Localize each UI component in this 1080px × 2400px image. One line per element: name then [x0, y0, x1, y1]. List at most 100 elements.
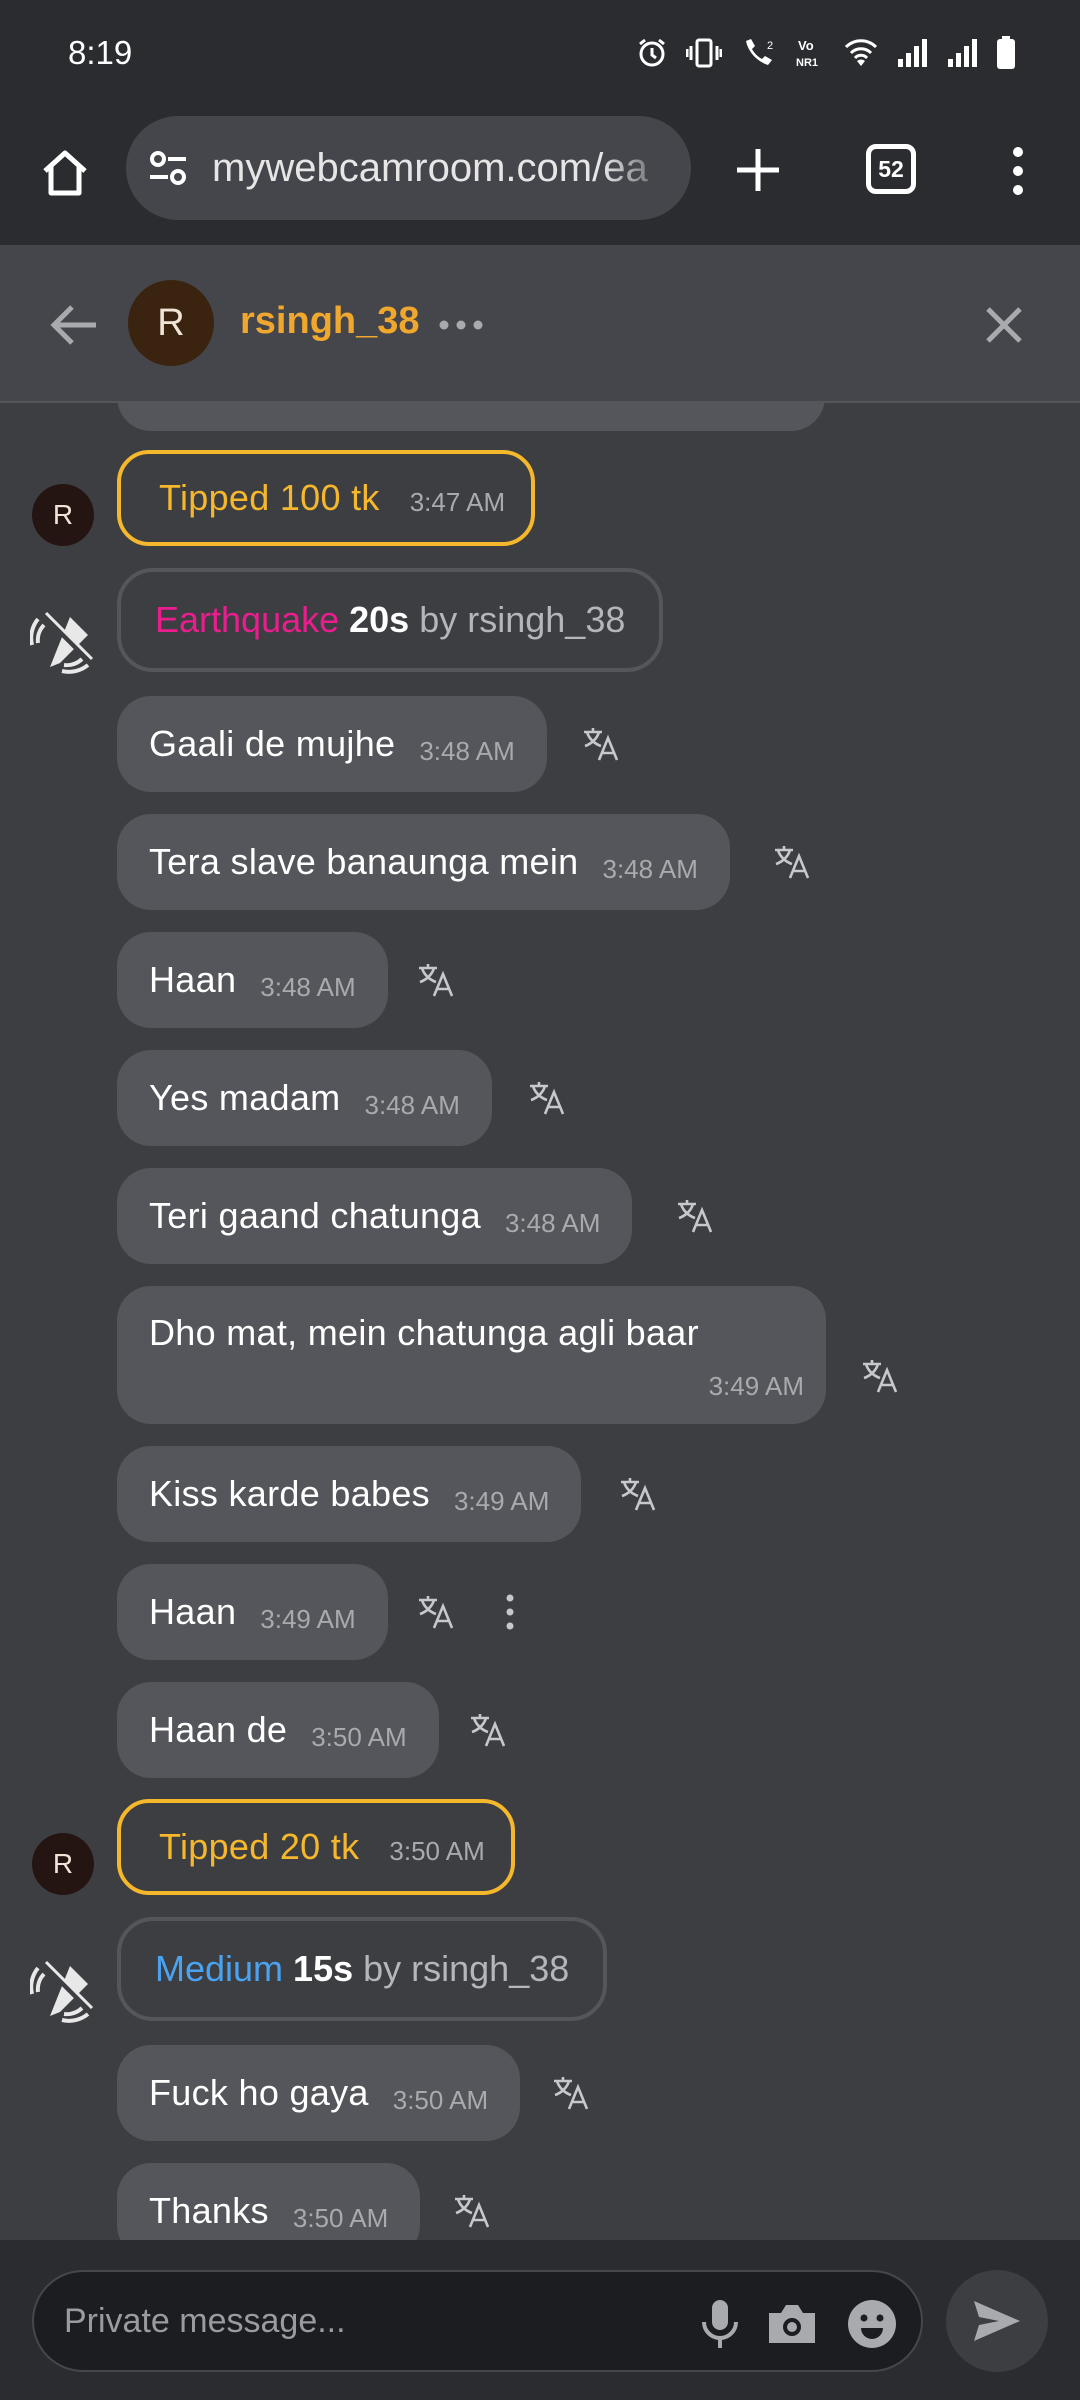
- translate-icon[interactable]: [416, 1592, 456, 1632]
- translate-icon[interactable]: [675, 1196, 715, 1236]
- camera-button[interactable]: [764, 2296, 820, 2352]
- message-bubble[interactable]: Dho mat, mein chatunga agli baar 3:49 AM: [117, 1286, 826, 1424]
- close-icon: [986, 307, 1022, 343]
- back-arrow-icon: [50, 305, 96, 345]
- effect-kind: Earthquake: [155, 599, 340, 640]
- battery-icon: [997, 36, 1015, 69]
- camera-icon: [769, 2305, 815, 2343]
- url-text[interactable]: mywebcamroom.com/ea: [212, 146, 672, 191]
- browser-menu-button[interactable]: [998, 136, 1038, 206]
- send-icon: [974, 2301, 1020, 2341]
- message-time: 3:50 AM: [311, 1721, 407, 1752]
- site-settings-icon[interactable]: [146, 146, 190, 190]
- message-text: Gaali de mujhe: [149, 723, 396, 764]
- translate-icon[interactable]: [860, 1356, 900, 1396]
- svg-text:NR1: NR1: [796, 57, 818, 69]
- message-bubble[interactable]: Haan de 3:50 AM: [117, 1682, 439, 1778]
- message-bubble[interactable]: Fuck ho gaya 3:50 AM: [117, 2045, 521, 2141]
- message-list[interactable]: R Tipped 100 tk 3:47 AM Earthquake 20s b…: [0, 403, 1080, 2240]
- tip-text: Tipped 100 tk: [159, 477, 380, 518]
- message-text: Haan: [149, 959, 237, 1000]
- back-button[interactable]: [44, 295, 104, 355]
- message-text: Kiss karde babes: [149, 1473, 430, 1514]
- message-time: 3:48 AM: [260, 971, 356, 1002]
- chat-username[interactable]: rsingh_38: [240, 300, 420, 343]
- translate-icon[interactable]: [416, 960, 456, 1000]
- message-time: 3:48 AM: [364, 1089, 460, 1120]
- translate-icon[interactable]: [527, 1078, 567, 1118]
- vibration-toy-icon: [30, 611, 94, 674]
- translate-icon[interactable]: [581, 724, 621, 764]
- message-time: 3:50 AM: [389, 1835, 485, 1866]
- sender-avatar[interactable]: R: [32, 1833, 94, 1895]
- message-text: Dho mat, mein chatunga agli baar: [149, 1312, 699, 1353]
- message-bubble[interactable]: Haan 3:49 AM: [117, 1564, 388, 1660]
- tip-text: Tipped 20 tk: [159, 1826, 360, 1867]
- message-bubble[interactable]: Yes madam 3:48 AM: [117, 1050, 492, 1146]
- microphone-icon: [702, 2300, 738, 2348]
- vibration-toy-icon: [30, 1960, 94, 2023]
- private-message-field[interactable]: [32, 2270, 923, 2372]
- sender-avatar[interactable]: R: [32, 484, 94, 546]
- private-message-input[interactable]: [64, 2301, 664, 2341]
- more-vert-icon: [1013, 147, 1023, 195]
- message-text: Haan: [149, 1591, 237, 1632]
- vibration-event: Medium 15s by rsingh_38: [117, 1917, 608, 2021]
- message-bubble[interactable]: Thanks 3:50 AM: [117, 2163, 421, 2240]
- home-icon: [43, 150, 87, 196]
- status-icons: 2 Vo NR1: [636, 36, 1016, 70]
- more-options-button[interactable]: [436, 305, 486, 345]
- message-bubble[interactable]: Kiss karde babes 3:49 AM: [117, 1446, 582, 1542]
- translate-icon[interactable]: [772, 842, 812, 882]
- status-bar: 8:19 2 Vo NR1: [0, 0, 1080, 110]
- message-time: 3:50 AM: [292, 2202, 389, 2233]
- message-time: 3:50 AM: [392, 2084, 489, 2115]
- browser-toolbar: mywebcamroom.com/ea 52: [0, 110, 1080, 245]
- message-composer: [0, 2240, 1080, 2400]
- effect-duration: 20s: [349, 599, 410, 640]
- message-time: 3:49 AM: [453, 1485, 550, 1516]
- volte-icon: Vo NR1: [796, 38, 818, 69]
- new-tab-button[interactable]: [722, 134, 794, 206]
- message-bubble[interactable]: Teri gaand chatunga 3:48 AM: [117, 1168, 633, 1264]
- message-time: 3:48 AM: [504, 1207, 601, 1238]
- more-horiz-icon: [439, 320, 483, 330]
- message-time: 3:48 AM: [419, 735, 515, 766]
- message-text: Teri gaand chatunga: [149, 1195, 481, 1236]
- microphone-button[interactable]: [692, 2296, 748, 2352]
- signal-icon: [948, 39, 977, 67]
- message-text: Thanks: [149, 2190, 269, 2231]
- message-options-icon[interactable]: [500, 1590, 520, 1634]
- emoji-button[interactable]: [844, 2296, 900, 2352]
- message-bubble[interactable]: Gaali de mujhe 3:48 AM: [117, 696, 547, 792]
- message-time: 3:47 AM: [409, 486, 506, 517]
- translate-icon[interactable]: [618, 1474, 658, 1514]
- tab-switcher-button[interactable]: 52: [866, 144, 916, 194]
- effect-by: by rsingh_38: [419, 599, 626, 640]
- chat-header: R rsingh_38: [0, 245, 1080, 403]
- home-button[interactable]: [30, 138, 100, 208]
- send-button[interactable]: [946, 2270, 1048, 2372]
- message-text: Haan de: [149, 1709, 288, 1750]
- vibrate-icon: [686, 38, 722, 68]
- message-text: Yes madam: [149, 1077, 341, 1118]
- effect-duration: 15s: [293, 1948, 354, 1989]
- translate-icon[interactable]: [551, 2073, 591, 2113]
- message-bubble[interactable]: Tera slave banaunga mein 3:48 AM: [117, 814, 730, 910]
- effect-by: by rsingh_38: [363, 1948, 570, 1989]
- translate-icon[interactable]: [468, 1710, 508, 1750]
- wifi-calling-icon: 2: [746, 39, 773, 65]
- tip-message: Tipped 20 tk 3:50 AM: [117, 1799, 515, 1895]
- svg-text:2: 2: [767, 40, 773, 52]
- close-button[interactable]: [972, 293, 1036, 357]
- translate-icon[interactable]: [452, 2191, 492, 2231]
- svg-text:Vo: Vo: [798, 38, 814, 53]
- tip-message: Tipped 100 tk 3:47 AM: [117, 450, 536, 546]
- message-bubble[interactable]: Haan 3:48 AM: [117, 932, 388, 1028]
- plus-icon: [737, 149, 779, 191]
- address-bar[interactable]: mywebcamroom.com/ea: [126, 116, 691, 220]
- message-text: Fuck ho gaya: [149, 2072, 369, 2113]
- avatar[interactable]: R: [128, 280, 214, 366]
- emoji-icon: [848, 2300, 896, 2348]
- message-time: 3:49 AM: [708, 1371, 804, 1401]
